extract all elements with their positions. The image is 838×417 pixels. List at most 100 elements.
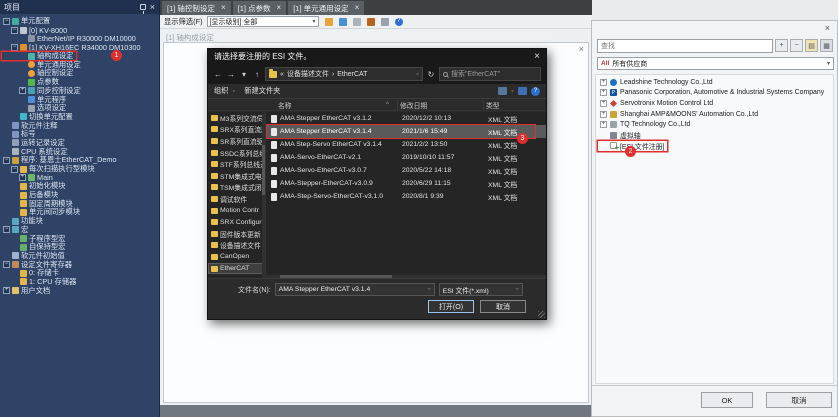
collapse-toggle-icon[interactable]: −: [11, 166, 18, 173]
file-row[interactable]: AMA-Step-Servo-EtherCAT-v3.1.02020/8/1 9…: [266, 190, 546, 203]
history-chevron-icon[interactable]: ▾: [239, 70, 249, 79]
collapse-toggle-icon[interactable]: −: [11, 27, 18, 34]
dialog-nav-item[interactable]: EtherCAT: [208, 263, 265, 275]
dialog-nav-item[interactable]: 设备描述文件: [208, 240, 265, 252]
document-tab[interactable]: [1] 轴控制设定×: [162, 1, 231, 15]
file-row[interactable]: AMA Step-Servo EtherCAT v3.1.42021/2/2 1…: [266, 138, 546, 151]
vendor-search-input[interactable]: [597, 39, 773, 53]
forward-icon[interactable]: →: [226, 70, 236, 79]
chevron-down-icon[interactable]: ▾: [511, 88, 514, 95]
tab-close-icon[interactable]: ×: [355, 4, 360, 12]
dialog-nav-item[interactable]: SRX系列直流版: [208, 124, 265, 136]
dialog-nav-item[interactable]: TSM集成式闭环: [208, 182, 265, 194]
vendor-tree-item[interactable]: +Leadshine Technology Co.,Ltd: [598, 77, 716, 88]
expand-toggle-icon[interactable]: +: [19, 87, 26, 94]
panel-close-icon[interactable]: ×: [579, 44, 584, 54]
expand-toggle-icon[interactable]: +: [600, 89, 607, 96]
tree-item[interactable]: +用户文档: [2, 286, 53, 295]
file-row[interactable]: AMA-Servo-EtherCAT-v3.0.72020/5/22 14:18…: [266, 164, 546, 177]
expand-toggle-icon[interactable]: +: [600, 111, 607, 118]
chevron-down-icon[interactable]: ▾: [416, 71, 419, 78]
help-icon[interactable]: ?: [531, 87, 540, 96]
breadcrumb-root[interactable]: 设备描述文件: [287, 69, 329, 79]
breadcrumb-current[interactable]: EtherCAT: [337, 71, 367, 78]
organize-menu[interactable]: 组织 ▾: [214, 86, 235, 96]
print-icon[interactable]: [379, 16, 391, 28]
dialog-nav-item[interactable]: M3系列交流伺服: [208, 112, 265, 124]
cancel-button[interactable]: 取消: [766, 392, 832, 408]
display-level-dropdown[interactable]: [显示级别] 全部 ▾: [207, 16, 319, 27]
save-display-icon[interactable]: [337, 16, 349, 28]
open-button[interactable]: 打开(O): [428, 300, 474, 313]
file-row[interactable]: AMA-Servo-EtherCAT-v2.12019/10/10 11:57X…: [266, 151, 546, 164]
vendor-tree-item[interactable]: 虚拟轴: [598, 130, 644, 141]
vendor-tree-item[interactable]: +TQ Technology Co.,Ltd: [598, 119, 693, 130]
revert-icon[interactable]: [351, 16, 363, 28]
new-folder-button[interactable]: 新建文件夹: [244, 86, 280, 96]
folder-icon: [211, 266, 218, 272]
back-icon[interactable]: ←: [213, 70, 223, 79]
dialog-nav-item[interactable]: STF系列总线开: [208, 158, 265, 170]
tree-item[interactable]: EtherNet/IP R30000 DM10000: [2, 34, 139, 43]
filetype-dropdown[interactable]: ESI 文件(*.xml) ▾: [439, 283, 523, 296]
expand-tree-icon[interactable]: +: [775, 39, 788, 52]
dialog-nav-item[interactable]: 调试软件: [208, 193, 265, 205]
expand-toggle-icon[interactable]: +: [600, 100, 607, 107]
collapse-toggle-icon[interactable]: −: [3, 226, 10, 233]
tree-item[interactable]: −单元配置: [2, 17, 53, 26]
refresh-icon[interactable]: ↻: [426, 70, 436, 79]
dialog-nav-item[interactable]: SR系列直流驱动: [208, 135, 265, 147]
cancel-button[interactable]: 取消: [480, 300, 526, 313]
display-settings-icon[interactable]: [323, 16, 335, 28]
filename-dropdown[interactable]: AMA Stepper EtherCAT v3.1.4 ▾: [275, 283, 435, 296]
vendor-filter-dropdown[interactable]: All 所有供应商 ▾: [597, 57, 834, 70]
collapse-toggle-icon[interactable]: −: [3, 261, 10, 268]
file-row[interactable]: AMA Stepper EtherCAT v3.1.42021/1/6 15:4…: [266, 125, 546, 138]
resize-grip[interactable]: [538, 311, 545, 318]
file-row[interactable]: AMA Stepper EtherCAT v3.1.22020/12/2 10:…: [266, 112, 546, 125]
column-header-name[interactable]: 名称^: [266, 100, 398, 110]
copy-icon[interactable]: [365, 16, 377, 28]
document-tab[interactable]: [1] 点参数×: [233, 1, 287, 15]
device-view-icon[interactable]: ▦: [820, 39, 833, 52]
tree-item[interactable]: −每次扫描执行型模块: [2, 165, 98, 174]
dialog-search-box[interactable]: 搜索"EtherCAT": [439, 67, 541, 81]
dialog-nav-item[interactable]: SSDC系列总线: [208, 147, 265, 159]
collapse-toggle-icon[interactable]: −: [3, 18, 10, 25]
tab-close-icon[interactable]: ×: [277, 4, 282, 12]
collapse-tree-icon[interactable]: −: [790, 39, 803, 52]
up-icon[interactable]: ↑: [252, 70, 262, 79]
expand-toggle-icon[interactable]: +: [19, 174, 26, 181]
preview-pane-icon[interactable]: [518, 87, 527, 95]
dialog-nav-item[interactable]: CanOpen: [208, 251, 265, 263]
tab-close-icon[interactable]: ×: [221, 4, 226, 12]
close-icon[interactable]: ×: [150, 3, 155, 12]
panel-close-icon[interactable]: ×: [825, 23, 830, 33]
expand-toggle-icon[interactable]: +: [600, 121, 607, 128]
breadcrumb[interactable]: « 设备描述文件 › EtherCAT ▾: [265, 67, 423, 81]
column-header-type[interactable]: 类型: [484, 100, 546, 110]
dialog-nav-item[interactable]: 固件版本更新: [208, 228, 265, 240]
collapse-toggle-icon[interactable]: −: [3, 157, 10, 164]
vendor-tree-item[interactable]: +Servotronix Motion Control Ltd: [598, 98, 716, 109]
dialog-nav-item[interactable]: SRX Configur: [208, 216, 265, 228]
help-icon[interactable]: [393, 16, 405, 28]
folder-group-icon[interactable]: ▤: [805, 39, 818, 52]
tree-item[interactable]: −[0] KV-8000: [2, 26, 70, 35]
dialog-nav-item[interactable]: Motion Contr: [208, 205, 265, 217]
dialog-close-icon[interactable]: ×: [534, 52, 540, 62]
expand-toggle-icon[interactable]: +: [3, 287, 10, 294]
pin-icon[interactable]: [140, 4, 146, 10]
file-row[interactable]: AMA-Stepper-EtherCAT-v3.0.92020/6/29 11:…: [266, 177, 546, 190]
tree-item[interactable]: −宏: [2, 226, 31, 235]
view-options-icon[interactable]: [498, 87, 507, 95]
column-header-date[interactable]: 修改日期: [398, 100, 484, 110]
collapse-toggle-icon[interactable]: −: [11, 44, 18, 51]
document-tab[interactable]: [1] 单元通用设定×: [288, 1, 364, 15]
vendor-tree-item[interactable]: +Shanghai AMP&MOONS' Automation Co.,Ltd: [598, 109, 761, 120]
vendor-tree-item[interactable]: +Panasonic Corporation, Automotive & Ind…: [598, 88, 827, 99]
nav-scrollbar[interactable]: [262, 112, 265, 278]
ok-button[interactable]: OK: [701, 392, 753, 408]
dialog-nav-item[interactable]: STM集成式电机: [208, 170, 265, 182]
expand-toggle-icon[interactable]: +: [600, 79, 607, 86]
